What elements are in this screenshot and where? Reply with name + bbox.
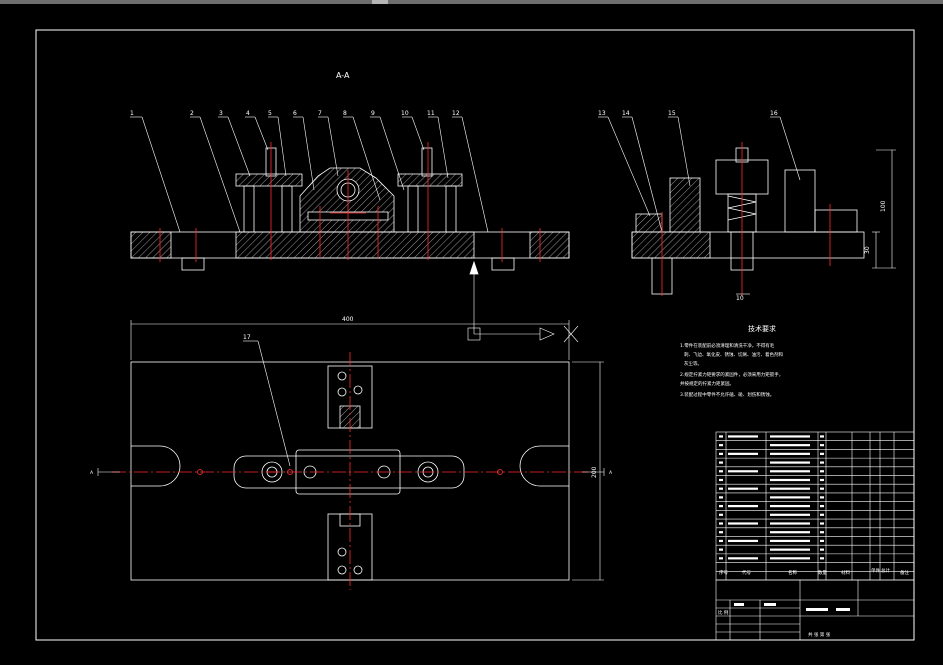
- callout-13: 13: [598, 110, 606, 117]
- bom-header-total: 总计: [881, 567, 890, 574]
- tech-req-line-5: 并按规定的拧紧力矩紧固。: [680, 380, 734, 387]
- callout-17: 17: [243, 334, 251, 341]
- section-mark-right: A: [609, 470, 613, 476]
- callout-7: 7: [318, 110, 322, 117]
- callout-8: 8: [343, 110, 347, 117]
- title-block-fills: [734, 603, 850, 611]
- leader-17: [243, 340, 291, 467]
- tech-req-line-4: 2.规定拧紧力矩要求的紧固件，必须采用力矩扳手，: [680, 371, 783, 378]
- sheet-border: [35, 29, 915, 641]
- callout-16: 16: [770, 110, 778, 117]
- tech-req-line-1: 1.零件在装配前必须清理和清洗干净，不得有毛: [680, 342, 775, 349]
- dim-width: 400: [342, 316, 354, 323]
- section-mark-left: A: [90, 470, 94, 476]
- callout-11: 11: [427, 110, 435, 117]
- callout-1: 1: [130, 110, 134, 117]
- dim-small: 10: [736, 295, 744, 302]
- callout-3: 3: [219, 110, 223, 117]
- tech-req-line-2: 刺、飞边、氧化皮、锈蚀、切屑、油污、着色剂和: [684, 351, 783, 358]
- bom-table: [715, 431, 915, 581]
- callout-10: 10: [401, 110, 409, 117]
- callout-6: 6: [293, 110, 297, 117]
- tech-req-title: 技术要求: [748, 324, 776, 333]
- bom-header-note: 备注: [900, 569, 909, 576]
- dim-depth: 200: [591, 466, 598, 478]
- dim-height: 100: [880, 200, 887, 212]
- callout-5: 5: [268, 110, 272, 117]
- callout-9: 9: [371, 110, 375, 117]
- bom-header-code: 代号: [742, 569, 751, 576]
- tech-req-line-3: 灰尘等。: [684, 360, 702, 367]
- callout-14: 14: [622, 110, 630, 117]
- bom-header-name: 名称: [788, 569, 797, 576]
- callout-2: 2: [190, 110, 194, 117]
- cad-drawing-canvas[interactable]: A-A 1 2 3 4 5 6 7 8 9 10 11 12 13 14 15 …: [0, 0, 943, 665]
- bom-header-mat: 材料: [841, 569, 850, 576]
- title-block-sheets: 共 张 第 张: [808, 631, 831, 638]
- top-view-centerlines: [112, 352, 590, 590]
- section-title: A-A: [336, 71, 350, 80]
- side-view-dims: [736, 149, 896, 295]
- bom-header-qty: 数量: [818, 569, 827, 576]
- title-block-scale: 比 例: [718, 609, 729, 616]
- callout-15: 15: [668, 110, 676, 117]
- callout-4: 4: [246, 110, 250, 117]
- tech-req-line-6: 3.装配过程中零件不允许磕、碰、划伤和锈蚀。: [680, 391, 774, 398]
- callout-12: 12: [452, 110, 460, 117]
- technical-requirements: 技术要求 1.零件在装配前必须清理和清洗干净，不得有毛 刺、飞边、氧化皮、锈蚀、…: [680, 324, 783, 398]
- bom-header-no: 序号: [719, 569, 728, 576]
- bom-header-unit: 单件: [871, 567, 880, 574]
- side-view: [631, 147, 865, 295]
- section-view-a-a: A-A: [130, 71, 570, 275]
- dim-height-small: 30: [864, 246, 871, 254]
